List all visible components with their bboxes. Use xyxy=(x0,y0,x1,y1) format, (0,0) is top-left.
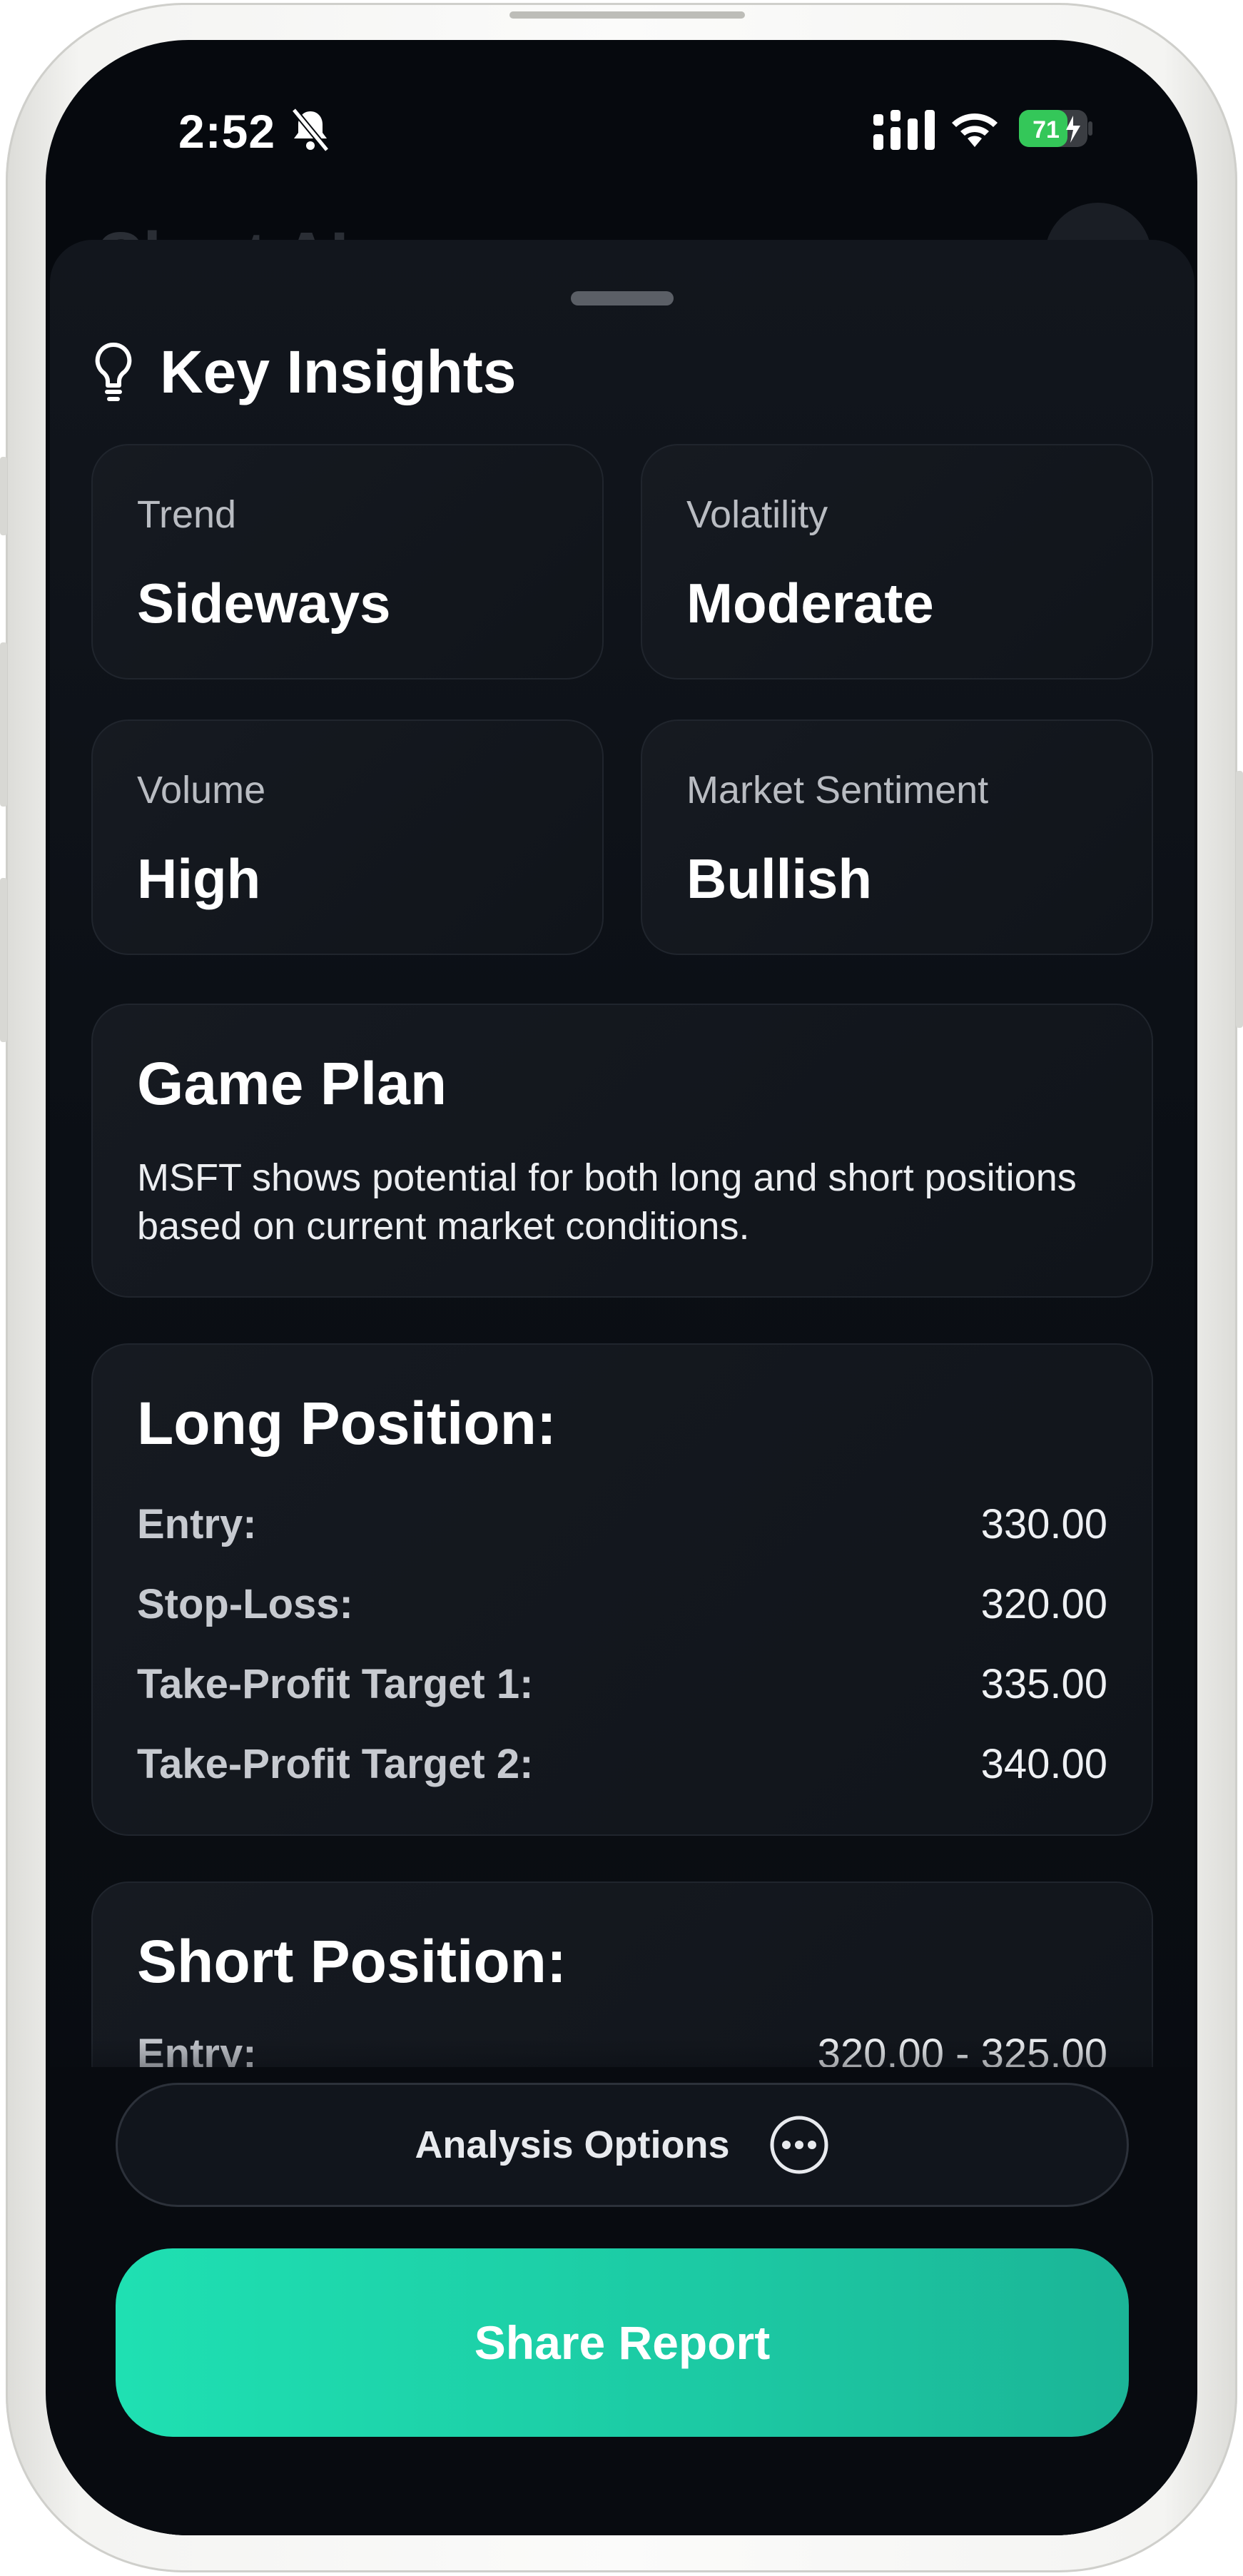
row-value: 340.00 xyxy=(980,1741,1107,1787)
metric-value: Bullish xyxy=(686,847,873,910)
game-plan-title: Game Plan xyxy=(137,1050,447,1117)
long-target-2-row: Take-Profit Target 2: 340.00 xyxy=(137,1740,1107,1790)
bell-slash-icon xyxy=(291,108,330,152)
metric-card-volume: Volume High xyxy=(91,719,604,955)
lightbulb-icon xyxy=(95,342,132,401)
analysis-options-label: Analysis Options xyxy=(415,2123,730,2166)
sheet-header: Key Insights xyxy=(91,333,516,411)
side-button xyxy=(0,457,7,535)
sheet-grabber[interactable] xyxy=(571,291,674,305)
share-report-label: Share Report xyxy=(474,2316,771,2369)
volume-down-button xyxy=(0,878,7,1042)
metric-label: Market Sentiment xyxy=(686,769,989,812)
wifi-icon xyxy=(952,113,998,147)
sheet-title: Key Insights xyxy=(160,338,517,405)
row-label: Entry: xyxy=(137,1501,257,1547)
metric-value: Sideways xyxy=(137,572,391,635)
short-position-title: Short Position: xyxy=(137,1928,567,1995)
metric-label: Trend xyxy=(137,493,237,536)
power-button xyxy=(1236,771,1243,1028)
volume-up-button xyxy=(0,642,7,807)
long-position-title: Long Position: xyxy=(137,1390,557,1457)
row-label: Take-Profit Target 1: xyxy=(137,1661,534,1707)
metric-label: Volatility xyxy=(686,493,828,536)
metric-value: High xyxy=(137,847,261,910)
long-position-card: Long Position: Entry: 330.00 Stop-Loss: … xyxy=(91,1343,1153,1836)
share-report-button[interactable]: Share Report xyxy=(116,2248,1129,2437)
long-target-1-row: Take-Profit Target 1: 335.00 xyxy=(137,1660,1107,1710)
cellular-signal-icon xyxy=(873,110,935,150)
metric-card-volatility: Volatility Moderate xyxy=(641,444,1153,680)
game-plan-card: Game Plan MSFT shows potential for both … xyxy=(91,1004,1153,1298)
metric-card-trend: Trend Sideways xyxy=(91,444,604,680)
row-label: Stop-Loss: xyxy=(137,1581,353,1627)
row-value: 330.00 xyxy=(980,1501,1107,1547)
battery-icon: 71 xyxy=(1019,110,1092,147)
screen: Chart AI 2:52 71 xyxy=(46,40,1197,2535)
status-time: 2:52 xyxy=(178,105,276,158)
status-bar: 2:52 71 xyxy=(46,40,1197,211)
row-value: 335.00 xyxy=(980,1661,1107,1707)
metric-card-market-sentiment: Market Sentiment Bullish xyxy=(641,719,1153,955)
long-entry-row: Entry: 330.00 xyxy=(137,1500,1107,1550)
metric-value: Moderate xyxy=(686,572,934,635)
row-value: 320.00 xyxy=(980,1581,1107,1627)
insights-sheet[interactable]: Key Insights Trend Sideways Volatility M… xyxy=(50,240,1194,2535)
game-plan-text: MSFT shows potential for both long and s… xyxy=(137,1156,1077,1248)
row-label: Take-Profit Target 2: xyxy=(137,1741,534,1787)
analysis-options-button[interactable]: Analysis Options xyxy=(116,2083,1129,2207)
long-stop-loss-row: Stop-Loss: 320.00 xyxy=(137,1580,1107,1630)
speaker-slot xyxy=(509,11,745,19)
metric-label: Volume xyxy=(137,769,266,812)
battery-level: 71 xyxy=(1033,116,1060,143)
more-options-icon xyxy=(770,2116,828,2174)
